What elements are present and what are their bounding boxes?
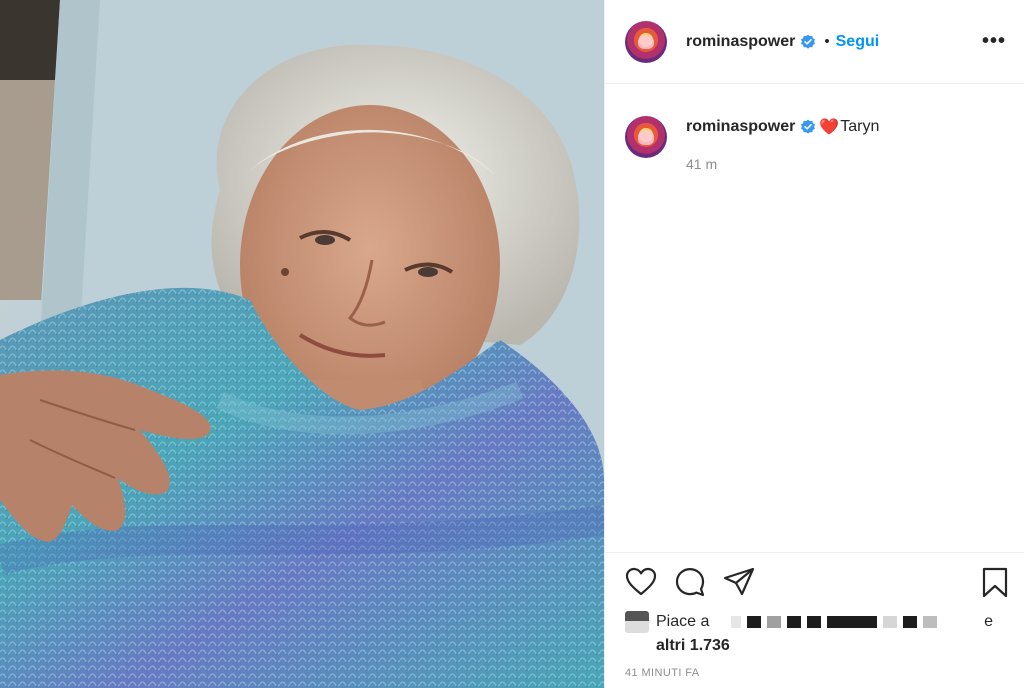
redacted-name [923,616,938,628]
verified-badge-icon [801,34,816,49]
caption: rominaspower ❤️ Taryn 41 m [605,84,1024,172]
redacted-name [883,616,898,628]
caption-timestamp[interactable]: 41 m [686,156,879,172]
bookmark-icon[interactable] [981,567,1009,599]
post-photo[interactable] [0,0,604,688]
caption-text: Taryn [840,118,880,135]
redacted-name [903,616,918,628]
redacted-name [767,616,782,628]
post-timestamp[interactable]: 41 MINUTI FA [625,667,699,679]
share-icon[interactable] [723,567,755,597]
caption-avatar[interactable] [625,116,667,158]
separator-dot: • [824,33,830,50]
verified-badge-icon [801,119,816,134]
username-link[interactable]: rominaspower [686,33,795,51]
more-options-icon[interactable]: ••• [982,30,1006,53]
avatar[interactable] [625,20,667,63]
heart-icon[interactable] [625,567,657,597]
liker-avatar[interactable] [625,611,649,633]
comment-icon[interactable] [674,567,706,597]
redacted-name [827,616,878,628]
likes-suffix: e [984,613,993,630]
caption-username-link[interactable]: rominaspower [686,118,795,136]
post-image [0,0,604,688]
likes-summary: Piace a e altri 1.736 [625,611,1015,655]
likes-count[interactable]: altri 1.736 [656,637,1015,655]
heart-emoji: ❤️ [819,119,840,136]
redacted-name [807,616,822,628]
follow-button[interactable]: Segui [836,33,880,51]
likes-prefix: Piace a [656,613,710,630]
redacted-name [787,616,802,628]
redacted-name [731,616,742,628]
post-side-panel: rominaspower • Segui ••• rominaspower ❤️… [604,0,1024,688]
post-actions: Piace a e altri 1.736 41 MINUTI FA [605,552,1024,688]
redacted-name [747,616,762,628]
post-header: rominaspower • Segui ••• [605,0,1024,84]
